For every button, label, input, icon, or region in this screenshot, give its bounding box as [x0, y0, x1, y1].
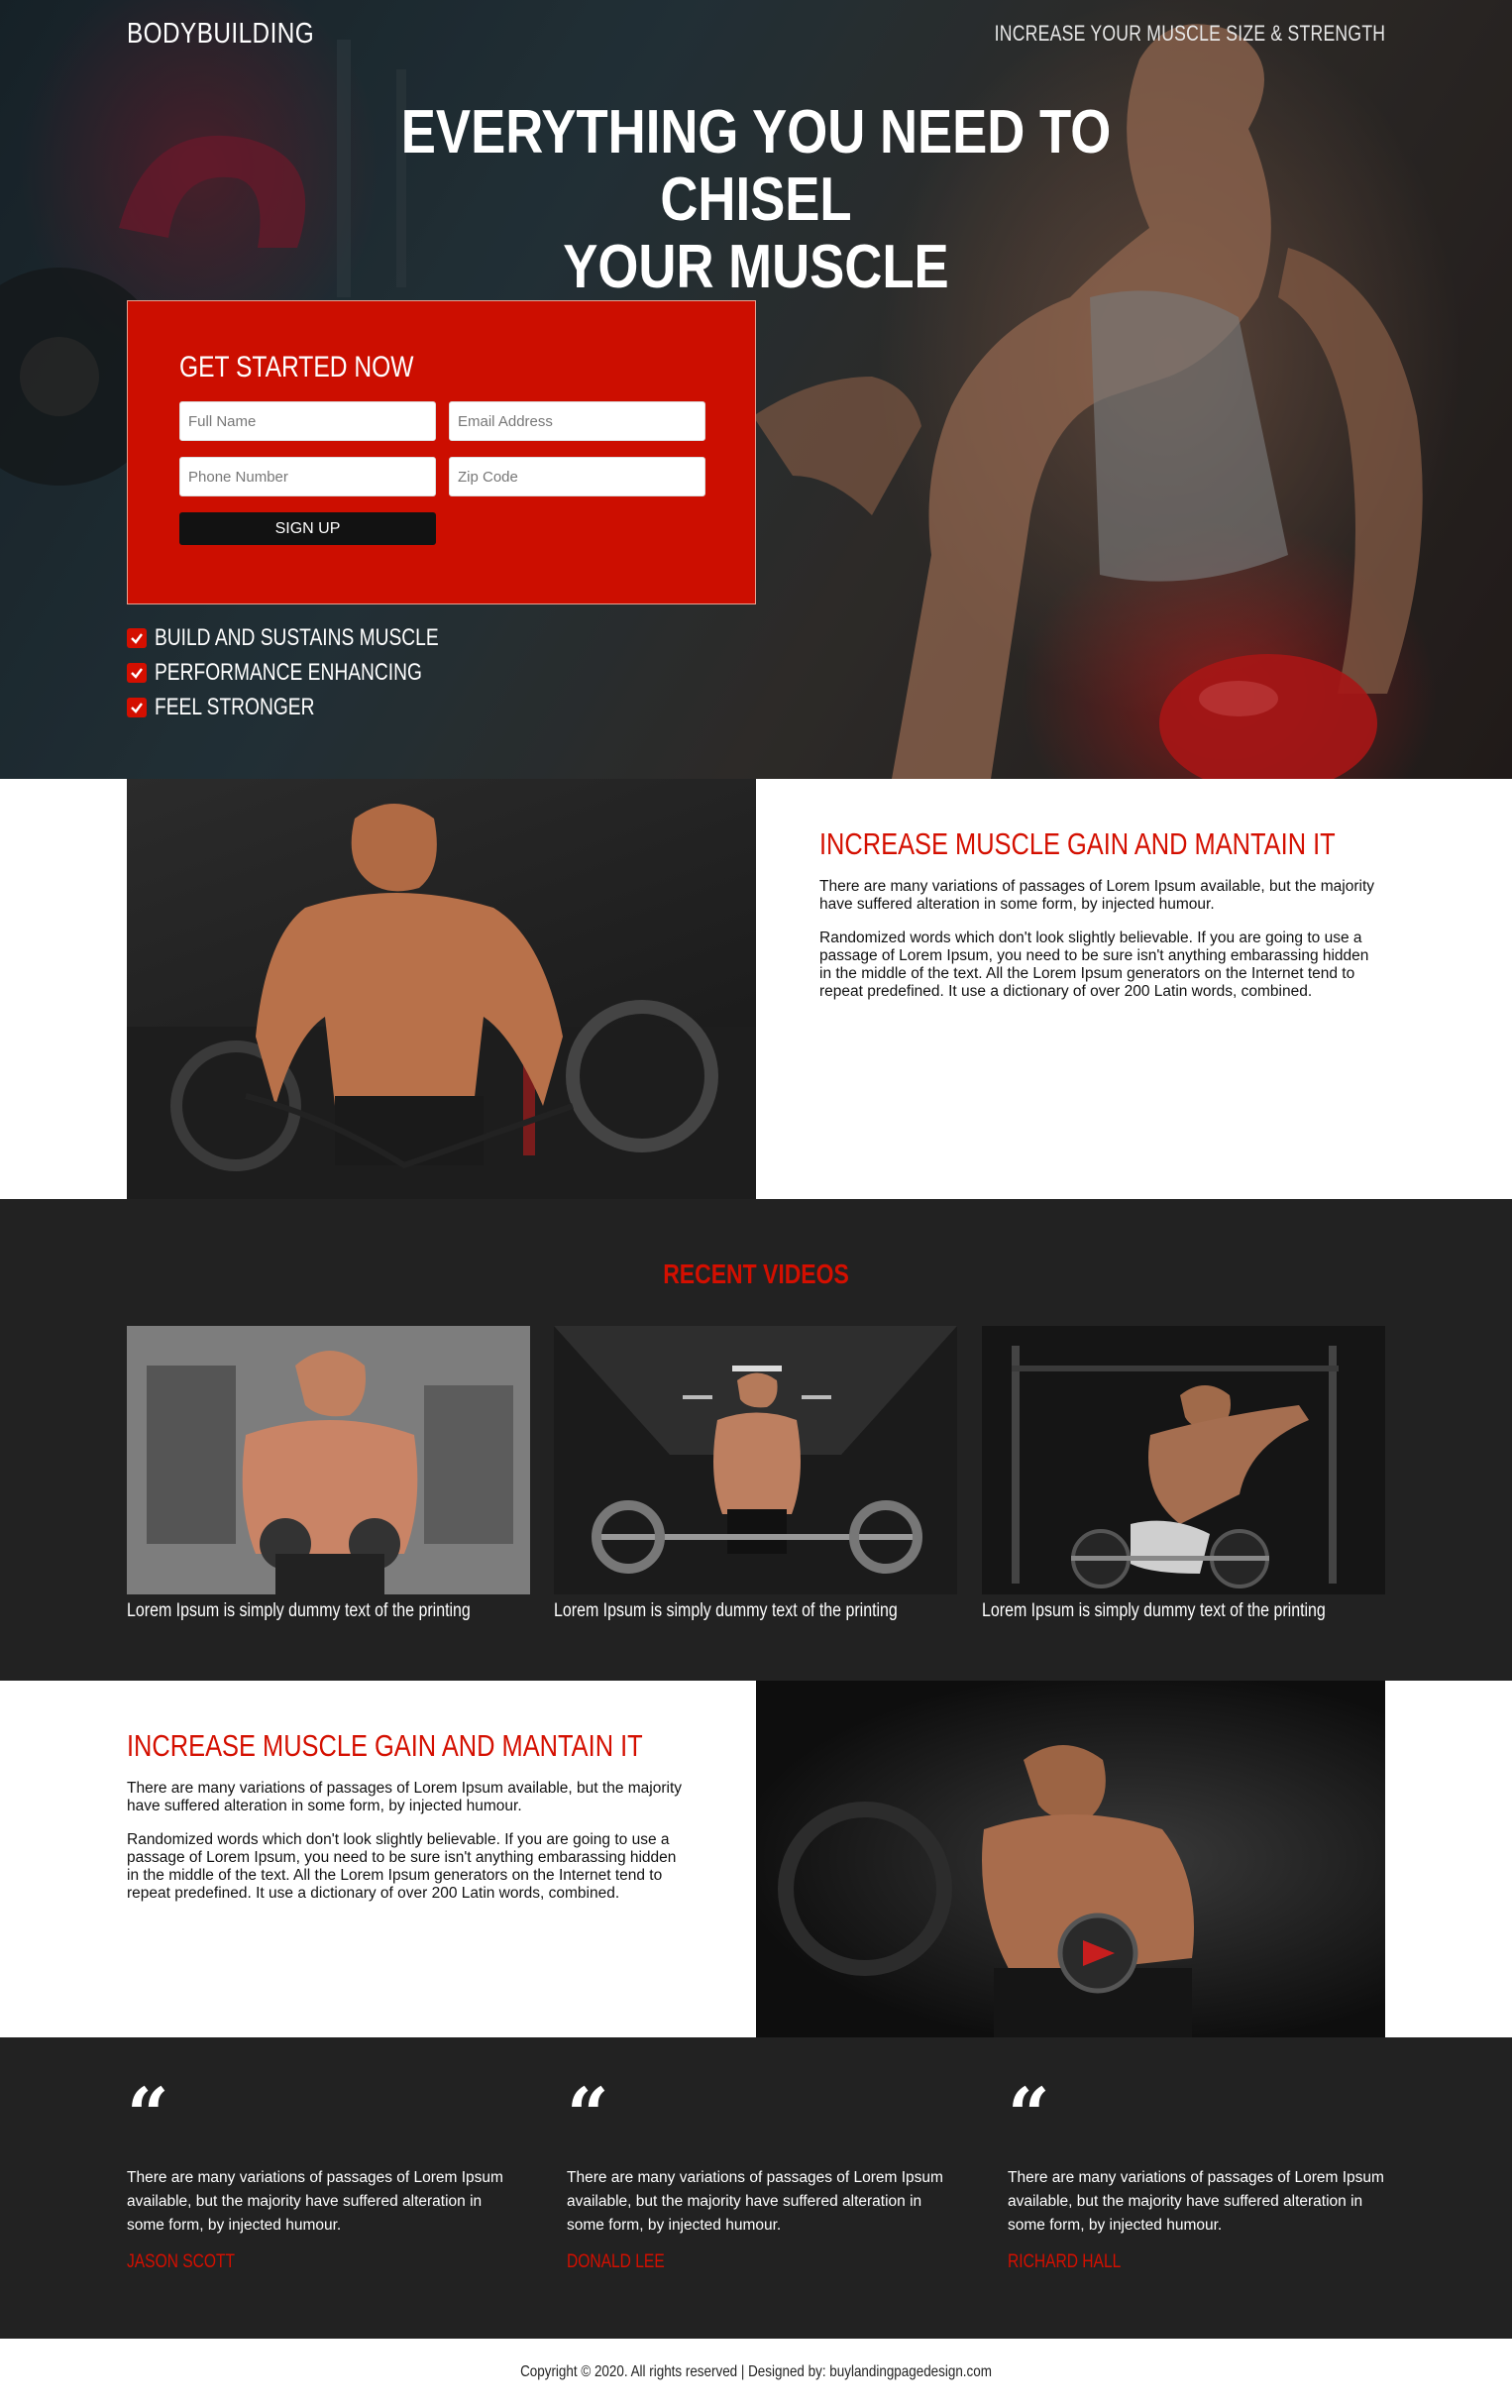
section-paragraph: There are many variations of passages of… [819, 878, 1374, 913]
feature-item: FEEL STRONGER [127, 690, 509, 724]
section-paragraph: Randomized words which don't look slight… [819, 930, 1369, 1000]
brand-logo[interactable]: BODYBUILDING [127, 14, 314, 54]
recent-videos-section: RECENT VIDEOS Lorem Ipsum is simply dumm… [0, 1199, 1512, 1681]
quote-icon: “ [567, 2073, 609, 2158]
section-title: INCREASE MUSCLE GAIN AND MANTAIN IT [819, 826, 1336, 861]
testimonial-card: “ There are many variations of passages … [567, 2073, 953, 2273]
feature-label: PERFORMANCE ENHANCING [155, 658, 422, 686]
videos-title: RECENT VIDEOS [663, 1259, 849, 1289]
section-paragraph: Randomized words which don't look slight… [127, 1831, 677, 1902]
hero-section: BODYBUILDING INCREASE YOUR MUSCLE SIZE &… [0, 0, 1512, 779]
phone-input[interactable] [179, 457, 436, 496]
feature-item: PERFORMANCE ENHANCING [127, 655, 509, 690]
testimonial-text: There are many variations of passages of… [567, 2169, 943, 2234]
testimonial-author: DONALD LEE [567, 2251, 665, 2272]
footer-copyright: Copyright © 2020. All rights reserved | … [520, 2363, 992, 2380]
testimonial-author: RICHARD HALL [1008, 2251, 1122, 2272]
feature-label: BUILD AND SUSTAINS MUSCLE [155, 623, 439, 651]
feature-label: FEEL STRONGER [155, 693, 315, 720]
checkbox-check-icon [127, 697, 147, 717]
bodybuilder-dumbbell-photo [756, 1681, 1385, 2037]
video-caption[interactable]: Lorem Ipsum is simply dummy text of the … [127, 1600, 471, 1622]
hero-headline: EVERYTHING YOU NEED TO CHISEL YOUR MUSCL… [378, 99, 1135, 301]
zip-code-input[interactable] [449, 457, 705, 496]
video-caption[interactable]: Lorem Ipsum is simply dummy text of the … [982, 1600, 1326, 1622]
muscle-gain-section-one: INCREASE MUSCLE GAIN AND MANTAIN IT Ther… [0, 779, 1512, 1199]
video-thumbnail[interactable] [127, 1326, 530, 1594]
video-card[interactable]: Lorem Ipsum is simply dummy text of the … [127, 1326, 530, 1622]
form-title: GET STARTED NOW [179, 351, 414, 383]
video-card[interactable]: Lorem Ipsum is simply dummy text of the … [554, 1326, 957, 1622]
signup-form: GET STARTED NOW SIGN UP [127, 300, 756, 604]
checkbox-check-icon [127, 627, 147, 648]
video-caption[interactable]: Lorem Ipsum is simply dummy text of the … [554, 1600, 898, 1622]
video-card[interactable]: Lorem Ipsum is simply dummy text of the … [982, 1326, 1385, 1622]
testimonial-text: There are many variations of passages of… [127, 2169, 503, 2234]
quote-icon: “ [1008, 2073, 1050, 2158]
hero-headline-line-2: YOUR MUSCLE [563, 233, 949, 301]
checkbox-check-icon [127, 662, 147, 683]
full-name-input[interactable] [179, 401, 436, 441]
feature-list: BUILD AND SUSTAINS MUSCLE PERFORMANCE EN… [127, 620, 509, 724]
sign-up-button[interactable]: SIGN UP [179, 512, 436, 545]
hero-headline-line-1: EVERYTHING YOU NEED TO CHISEL [400, 98, 1112, 234]
feature-item: BUILD AND SUSTAINS MUSCLE [127, 620, 509, 655]
email-input[interactable] [449, 401, 705, 441]
testimonial-card: “ There are many variations of passages … [127, 2073, 513, 2273]
header-tagline: INCREASE YOUR MUSCLE SIZE & STRENGTH [994, 21, 1385, 46]
section-title: INCREASE MUSCLE GAIN AND MANTAIN IT [127, 1728, 643, 1763]
video-thumbnail[interactable] [554, 1326, 957, 1594]
testimonial-author: JASON SCOTT [127, 2251, 236, 2272]
testimonials-section: “ There are many variations of passages … [0, 2037, 1512, 2339]
section-paragraph: There are many variations of passages of… [127, 1780, 682, 1814]
testimonial-text: There are many variations of passages of… [1008, 2169, 1384, 2234]
quote-icon: “ [127, 2073, 169, 2158]
muscle-gain-section-two: INCREASE MUSCLE GAIN AND MANTAIN IT Ther… [0, 1681, 1512, 2037]
video-thumbnail[interactable] [982, 1326, 1385, 1594]
bodybuilder-cable-photo [127, 779, 756, 1199]
testimonial-card: “ There are many variations of passages … [1008, 2073, 1394, 2273]
footer: Copyright © 2020. All rights reserved | … [0, 2339, 1512, 2408]
